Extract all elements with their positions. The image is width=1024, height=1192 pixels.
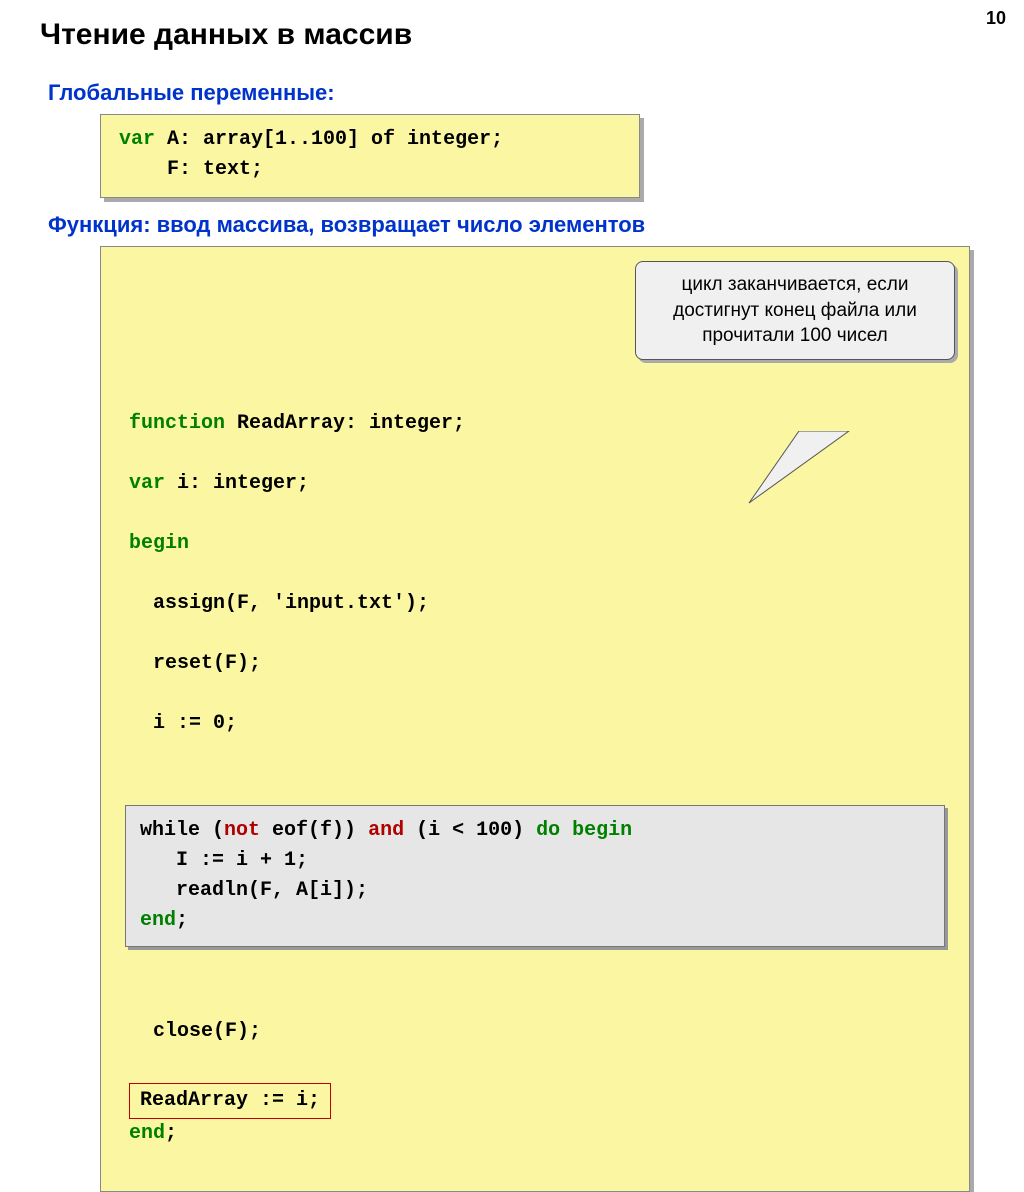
fn-close: close(F);	[111, 1017, 959, 1047]
keyword-end-inner: end	[140, 909, 176, 932]
callout-text: цикл заканчивается, если достигнут конец…	[673, 274, 917, 346]
globals-line2: F: text;	[119, 158, 263, 181]
function-code-box: цикл заканчивается, если достигнут конец…	[100, 246, 970, 1192]
keyword-end: end	[129, 1122, 165, 1145]
keyword-var: var	[119, 128, 155, 151]
page-title: Чтение данных в массив	[40, 18, 984, 52]
keyword-begin2: begin	[560, 819, 632, 842]
keyword-not: not	[224, 819, 260, 842]
keyword-var2: var	[129, 472, 165, 495]
page-number: 10	[986, 8, 1006, 29]
function-heading: Функция: ввод массива, возвращает число …	[48, 212, 984, 238]
return-stmt: ReadArray := i;	[140, 1089, 320, 1112]
while-mid: eof(f))	[260, 819, 368, 842]
keyword-do: do	[536, 819, 560, 842]
globals-code-box: var A: array[1..100] of integer; F: text…	[100, 114, 640, 198]
fn-reset: reset(F);	[111, 649, 959, 679]
inner-while-box: while (not eof(f)) and (i < 100) do begi…	[125, 805, 945, 947]
inner-semi: ;	[176, 909, 188, 932]
fn-sig: ReadArray: integer;	[225, 412, 465, 435]
globals-line1: A: array[1..100] of integer;	[155, 128, 503, 151]
fn-var: i: integer;	[165, 472, 309, 495]
fn-i0: i := 0;	[111, 709, 959, 739]
return-highlight: ReadArray := i;	[129, 1083, 331, 1119]
end-semi: ;	[165, 1122, 177, 1145]
keyword-and: and	[368, 819, 404, 842]
callout-bubble: цикл заканчивается, если достигнут конец…	[635, 261, 955, 360]
fn-assign: assign(F, 'input.txt');	[111, 589, 959, 619]
keyword-begin: begin	[129, 532, 189, 555]
inner-inc: I := i + 1;	[140, 849, 308, 872]
inner-readln: readln(F, A[i]);	[140, 879, 368, 902]
while-pre: while (	[140, 819, 224, 842]
globals-heading: Глобальные переменные:	[48, 80, 984, 106]
keyword-function: function	[129, 412, 225, 435]
while-post: (i < 100)	[404, 819, 536, 842]
